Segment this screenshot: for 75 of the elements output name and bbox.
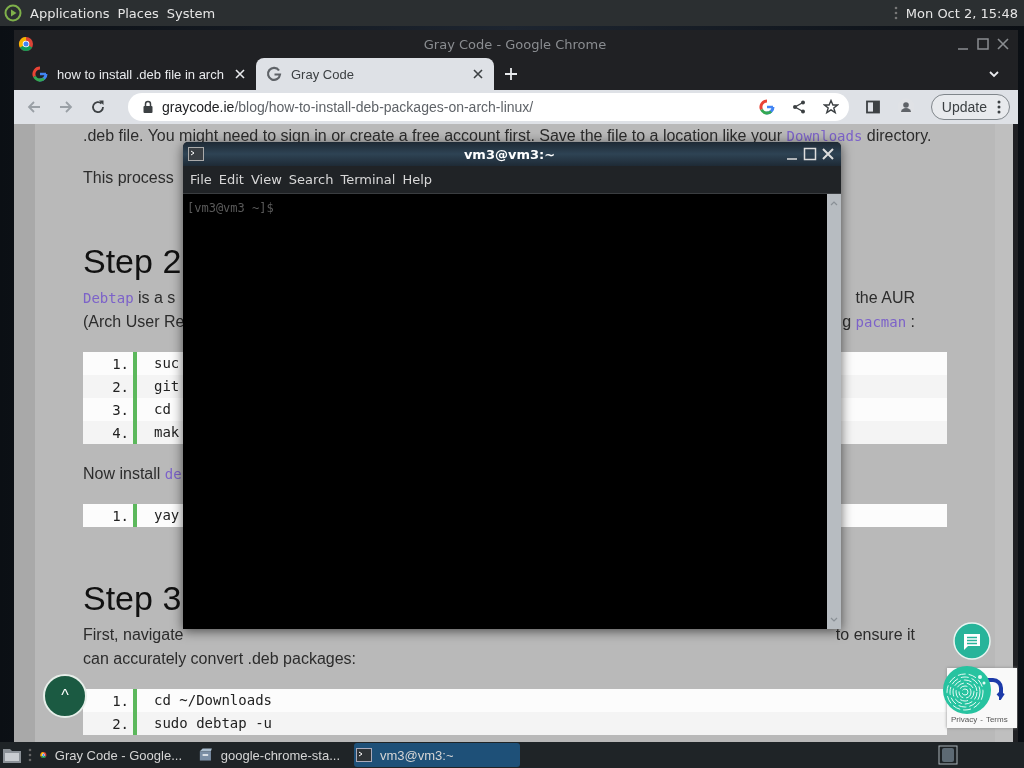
reload-icon[interactable] — [90, 99, 106, 115]
terms-link[interactable]: Terms — [985, 715, 1008, 724]
line-number: 1. — [111, 692, 130, 709]
address-bar[interactable]: graycode.ie/blog/how-to-install-deb-packages-on-arch-linux/ — [128, 93, 849, 121]
taskbar-button[interactable]: vm3@vm3:~ — [354, 743, 520, 767]
chevron-down-icon[interactable] — [988, 68, 1000, 80]
browser-tab[interactable]: Gray Code — [256, 58, 494, 90]
kebab-menu-icon — [997, 100, 1001, 114]
line-number: 1. — [111, 355, 130, 372]
code-line: cd — [133, 398, 171, 421]
code-line: sudo debtap -u — [133, 712, 272, 735]
back-to-top-button[interactable]: ^ — [43, 674, 87, 718]
maximize-icon[interactable] — [976, 37, 990, 51]
menu-item[interactable]: Search — [285, 172, 337, 187]
distro-logo-icon — [4, 4, 22, 22]
scroll-down-icon — [830, 617, 838, 623]
paragraph-text: to ensure it — [835, 625, 915, 645]
window-title: vm3@vm3:~ — [462, 146, 557, 162]
chrome-logo-icon — [18, 36, 34, 52]
line-number: 1. — [111, 507, 130, 524]
window-title: Gray Code - Google Chrome — [422, 36, 608, 52]
new-tab-icon[interactable] — [504, 67, 518, 81]
chat-button-icon[interactable] — [953, 622, 991, 660]
close-icon[interactable] — [472, 68, 484, 80]
code-line: yay — [133, 504, 180, 527]
line-number: 2. — [111, 378, 130, 395]
prompt-text: [vm3@vm3 ~]$ — [187, 201, 274, 215]
code-line: cd ~/Downloads — [133, 689, 272, 712]
clock[interactable]: Mon Oct 2, 15:48 — [905, 5, 1018, 21]
scroll-up-icon — [830, 200, 838, 206]
scrollbar[interactable] — [827, 194, 841, 629]
paragraph-text: Now install de — [83, 464, 182, 484]
lock-icon — [142, 100, 154, 114]
terminal-icon — [356, 747, 372, 763]
line-number: 4. — [111, 424, 130, 441]
g-logo-icon[interactable] — [758, 99, 775, 115]
url-text: graycode.ie/blog/how-to-install-deb-packages-on-arch-linux/ — [162, 99, 534, 115]
paragraph-text: Debtap is a s — [83, 288, 176, 308]
paragraph-text: First, navigate — [83, 625, 184, 645]
update-button[interactable]: Update — [930, 94, 1010, 120]
menu-item[interactable]: Terminal — [337, 172, 399, 187]
taskbar-button[interactable]: Gray Code - Google... — [38, 743, 190, 767]
menu-item[interactable]: Help — [399, 172, 436, 187]
menu-item[interactable]: Edit — [215, 172, 247, 187]
g-logo-icon — [32, 66, 48, 82]
privacy-link[interactable]: Privacy — [951, 715, 978, 724]
separator-text: - — [980, 715, 983, 724]
file-manager-icon[interactable] — [2, 746, 22, 764]
section-heading: Step 3 — [83, 578, 183, 618]
panel-menu[interactable]: System — [166, 5, 216, 21]
taskbar-button[interactable]: google-chrome-sta... — [196, 743, 348, 767]
code-line: mak — [133, 421, 180, 444]
section-heading: Step 2 — [83, 241, 183, 281]
paragraph-text: the AUR — [855, 288, 915, 308]
paragraph-text: can accurately convert .deb packages: — [83, 649, 357, 669]
line-number: 3. — [111, 401, 130, 418]
package-icon — [198, 747, 213, 763]
terminal-icon — [188, 147, 204, 161]
star-icon[interactable] — [822, 99, 839, 115]
panel-menu[interactable]: Places — [117, 5, 159, 21]
handle-icon — [893, 5, 898, 21]
handle-icon — [28, 747, 32, 763]
browser-tab[interactable]: how to install .deb file in arch — [22, 58, 256, 90]
share-icon[interactable] — [790, 99, 807, 115]
paragraph-text: (Arch User Re — [83, 312, 185, 332]
menu-item[interactable]: View — [247, 172, 285, 187]
workspace-icon[interactable] — [938, 745, 958, 765]
g-logo-icon — [266, 66, 282, 82]
paragraph-text: This process — [83, 168, 174, 188]
paragraph-text: g pacman : — [842, 312, 915, 332]
line-number: 2. — [111, 715, 130, 732]
code-line: suc — [133, 352, 180, 375]
menu-item[interactable]: File — [187, 172, 215, 187]
side-panel-icon[interactable] — [864, 99, 881, 115]
panel-menu[interactable]: Applications — [30, 5, 110, 21]
